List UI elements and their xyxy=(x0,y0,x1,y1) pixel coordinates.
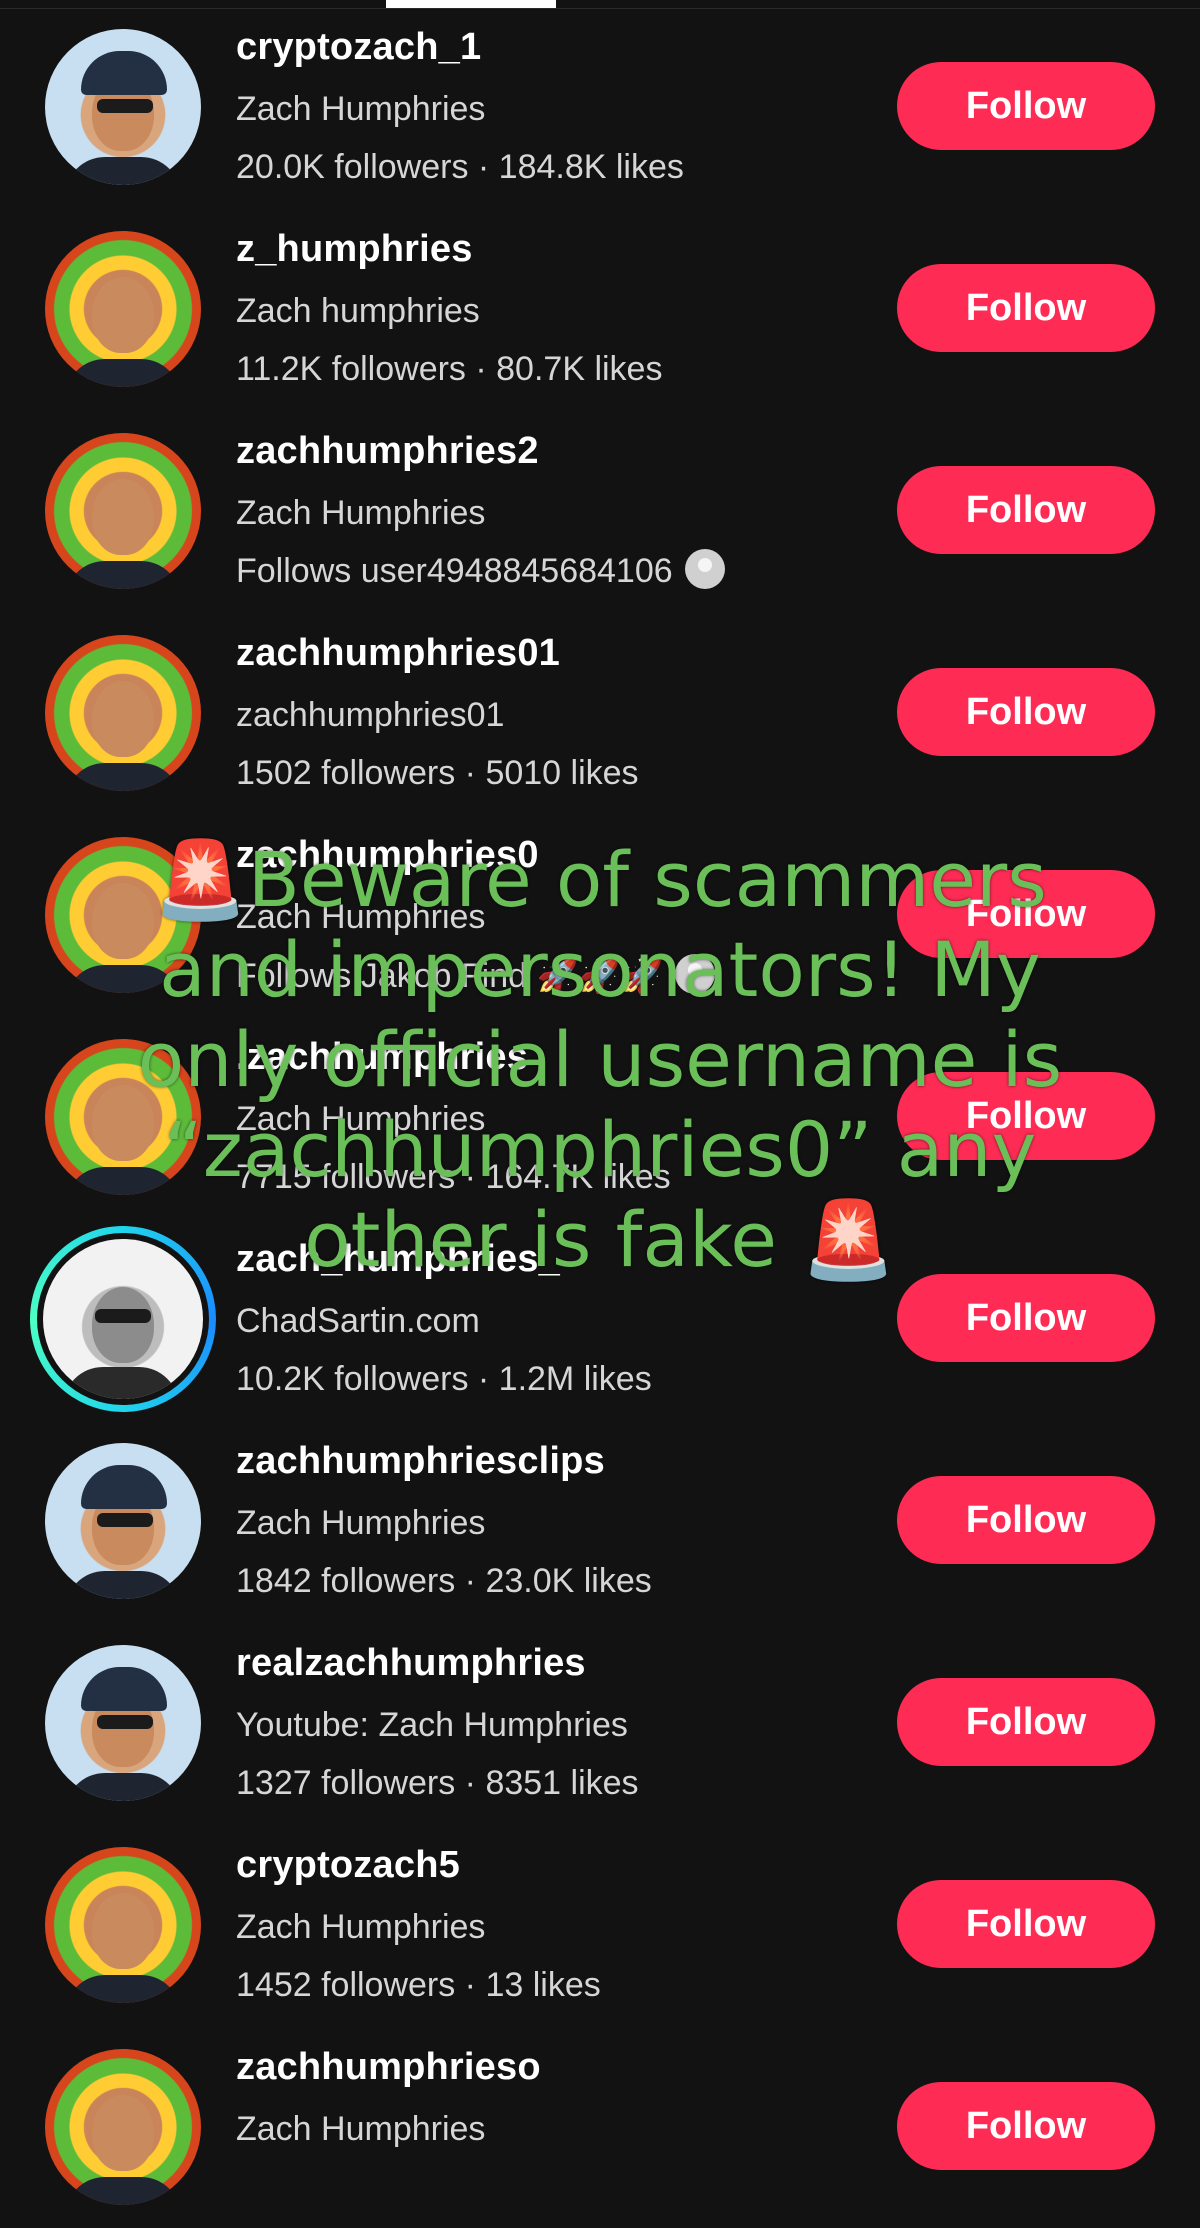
avatar[interactable] xyxy=(45,2049,201,2205)
account-username[interactable]: zachhumphrieso xyxy=(236,2046,541,2089)
account-stats-text: Follows user4948845684106 xyxy=(236,552,673,590)
account-stats: 1327 followers · 8351 likes xyxy=(236,1764,639,1803)
follow-button[interactable]: Follow xyxy=(897,62,1155,150)
shirt-shape xyxy=(65,157,181,185)
account-row[interactable]: zachhumphries2 Zach Humphries Follows user… xyxy=(0,410,1200,612)
account-stats: 11.2K followers · 80.7K likes xyxy=(236,350,662,389)
account-stats-text: 1842 followers · 23.0K likes xyxy=(236,1562,652,1600)
account-row[interactable]: z_humphries Zach humphries 11.2K followers… xyxy=(0,208,1200,410)
follow-button[interactable]: Follow xyxy=(897,264,1155,352)
shirt-shape xyxy=(65,1975,181,2003)
follow-button[interactable]: Follow xyxy=(897,466,1155,554)
follow-button[interactable]: Follow xyxy=(897,1476,1155,1564)
cap-shape xyxy=(81,1465,167,1509)
account-nickname: Zach humphries xyxy=(236,292,480,330)
account-username[interactable]: zachhumphries2 xyxy=(236,430,539,473)
account-stats-text: 1502 followers · 5010 likes xyxy=(236,754,639,792)
face-shape xyxy=(92,479,154,556)
account-nickname: Youtube: Zach Humphries xyxy=(236,1706,628,1744)
account-nickname: Zach Humphries xyxy=(236,1908,486,1946)
face-shape xyxy=(92,681,154,758)
siren-icon: 🚨 xyxy=(801,1195,896,1284)
avatar[interactable] xyxy=(45,1443,201,1599)
face-shape xyxy=(92,277,154,354)
mutual-follower-avatar-icon xyxy=(684,549,725,590)
account-row[interactable]: zachhumphriesclips Zach Humphries 1842 fol… xyxy=(0,1420,1200,1622)
account-row[interactable]: zachhumphries01 zachhumphries01 1502 follo… xyxy=(0,612,1200,814)
sunglasses-shape xyxy=(97,99,153,113)
follow-button[interactable]: Follow xyxy=(897,1880,1155,1968)
account-username[interactable]: cryptozach_1 xyxy=(236,26,481,69)
account-nickname: zachhumphries01 xyxy=(236,696,505,734)
avatar[interactable] xyxy=(45,635,201,791)
account-username[interactable]: cryptozach5 xyxy=(236,1844,460,1887)
follow-button[interactable]: Follow xyxy=(897,2082,1155,2170)
avatar[interactable] xyxy=(45,1645,201,1801)
sunglasses-shape xyxy=(97,1715,153,1729)
account-row[interactable]: zachhumphrieso Zach Humphries Follow xyxy=(0,2026,1200,2228)
account-nickname: Zach Humphries xyxy=(236,494,486,532)
account-stats-text: 10.2K followers · 1.2M likes xyxy=(236,1360,652,1398)
cap-shape xyxy=(81,51,167,95)
account-username[interactable]: realzachhumphries xyxy=(236,1642,586,1685)
warning-message: Beware of scammers and impersonators! My… xyxy=(137,835,1063,1284)
avatar[interactable] xyxy=(45,231,201,387)
account-row[interactable]: realzachhumphries Youtube: Zach Humphries… xyxy=(0,1622,1200,1824)
avatar[interactable] xyxy=(45,29,201,185)
account-nickname: Zach Humphries xyxy=(236,90,486,128)
account-stats: 20.0K followers · 184.8K likes xyxy=(236,148,684,187)
follow-button[interactable]: Follow xyxy=(897,1274,1155,1362)
account-row[interactable]: cryptozach5 Zach Humphries 1452 followers … xyxy=(0,1824,1200,2026)
account-username[interactable]: zachhumphriesclips xyxy=(236,1440,605,1483)
shirt-shape xyxy=(65,2177,181,2205)
account-stats: 1842 followers · 23.0K likes xyxy=(236,1562,652,1601)
sunglasses-shape xyxy=(97,1513,153,1527)
shirt-shape xyxy=(65,561,181,589)
account-nickname: Zach Humphries xyxy=(236,1504,486,1542)
account-nickname: ChadSartin.com xyxy=(236,1302,480,1340)
account-stats: 1452 followers · 13 likes xyxy=(236,1966,601,2005)
account-stats: 1502 followers · 5010 likes xyxy=(236,754,639,793)
account-stats-text: 11.2K followers · 80.7K likes xyxy=(236,350,663,388)
account-nickname: Zach Humphries xyxy=(236,2110,486,2148)
avatar[interactable] xyxy=(45,1847,201,2003)
face-shape xyxy=(92,2095,154,2172)
account-stats: 10.2K followers · 1.2M likes xyxy=(236,1360,652,1399)
face-shape xyxy=(92,1893,154,1970)
follow-button[interactable]: Follow xyxy=(897,1678,1155,1766)
shirt-shape xyxy=(63,1367,179,1399)
face-shape xyxy=(92,1287,154,1364)
shirt-shape xyxy=(65,763,181,791)
follow-button[interactable]: Follow xyxy=(897,668,1155,756)
account-stats-text: 20.0K followers · 184.8K likes xyxy=(236,148,684,186)
sunglasses-shape xyxy=(95,1309,151,1323)
account-username[interactable]: zachhumphries01 xyxy=(236,632,560,675)
account-stats-text: 1327 followers · 8351 likes xyxy=(236,1764,639,1802)
avatar[interactable] xyxy=(45,433,201,589)
account-stats-text: 1452 followers · 13 likes xyxy=(236,1966,601,2004)
account-username[interactable]: z_humphries xyxy=(236,228,473,271)
warning-overlay-text: 🚨Beware of scammers and impersonators! M… xyxy=(110,835,1090,1285)
shirt-shape xyxy=(65,1571,181,1599)
siren-icon: 🚨 xyxy=(153,835,248,924)
cap-shape xyxy=(81,1667,167,1711)
shirt-shape xyxy=(65,1773,181,1801)
account-stats: Follows user4948845684106 xyxy=(236,549,725,593)
account-row[interactable]: cryptozach_1 Zach Humphries 20.0K follower… xyxy=(0,6,1200,208)
shirt-shape xyxy=(65,359,181,387)
